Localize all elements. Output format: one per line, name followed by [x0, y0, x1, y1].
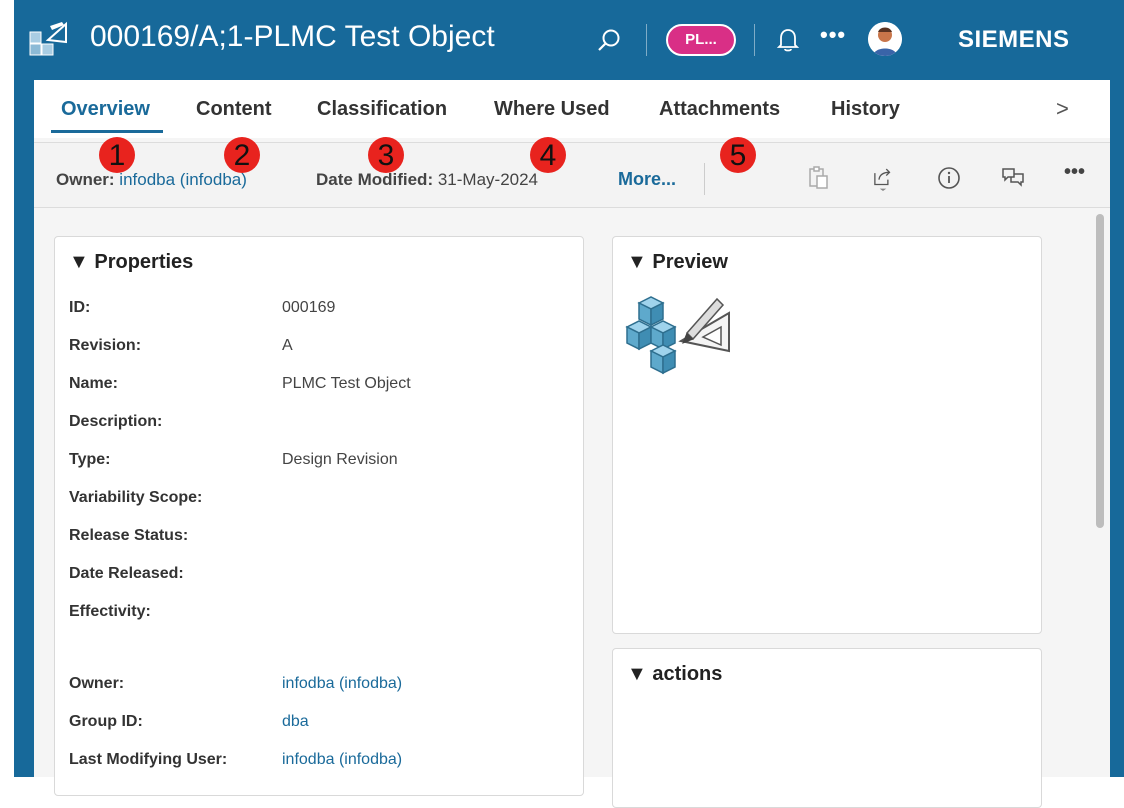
tab-history[interactable]: History — [831, 98, 900, 121]
group-id-link[interactable]: dba — [282, 713, 309, 731]
avatar[interactable] — [868, 22, 902, 56]
last-modifying-user-link[interactable]: infodba (infodba) — [282, 751, 402, 769]
prop-label-release-status: Release Status: — [69, 527, 189, 544]
preview-card: ▼ Preview — [612, 236, 1042, 634]
preview-title[interactable]: ▼ Preview — [627, 251, 728, 274]
callout-badge: 3 — [368, 137, 404, 173]
owner-link[interactable]: infodba (infodba) — [119, 170, 247, 189]
prop-label-type: Type: — [69, 451, 111, 468]
page-title: 000169/A;1-PLMC Test Object — [90, 20, 495, 53]
search-icon[interactable] — [596, 27, 622, 53]
chevron-right-icon[interactable]: > — [1056, 96, 1069, 122]
date-modified-info: Date Modified: 31-May-2024 — [316, 170, 538, 190]
comments-icon[interactable] — [1000, 165, 1026, 191]
toolbar-divider — [704, 163, 705, 195]
prop-label-effectivity: Effectivity: — [69, 603, 151, 620]
overflow-icon[interactable]: ••• — [1064, 161, 1085, 184]
prop-label-group-id: Group ID: — [69, 713, 143, 730]
owner-link[interactable]: infodba (infodba) — [282, 675, 402, 693]
active-tab-indicator — [51, 130, 163, 133]
callout-badge: 5 — [720, 137, 756, 173]
tab-attachments[interactable]: Attachments — [659, 98, 780, 121]
owner-label: Owner: — [56, 170, 115, 189]
prop-label-id: ID: — [69, 299, 91, 316]
date-modified-label: Date Modified: — [316, 170, 434, 189]
callout-badge: 1 — [99, 137, 135, 173]
prop-value-id: 000169 — [282, 299, 336, 316]
prop-value-revision: A — [282, 337, 293, 354]
owner-info: Owner: infodba (infodba) — [56, 170, 247, 190]
properties-title[interactable]: ▼ Properties — [69, 251, 193, 274]
bell-icon[interactable] — [776, 26, 800, 54]
brand-logo: SIEMENS — [958, 26, 1070, 53]
prop-label-owner: Owner: — [69, 675, 125, 692]
prop-label-description: Description: — [69, 413, 163, 430]
share-icon[interactable] — [870, 165, 896, 191]
toolbar-divider — [754, 24, 755, 56]
prop-value-type: Design Revision — [282, 451, 398, 468]
tab-content[interactable]: Content — [196, 98, 272, 121]
overview-content: ▼ Properties ID: 000169 Revision: A Name… — [34, 210, 1110, 808]
scrollbar-thumb[interactable] — [1096, 214, 1104, 528]
paste-icon[interactable] — [806, 165, 832, 191]
prop-label-name: Name: — [69, 375, 118, 392]
prop-label-revision: Revision: — [69, 337, 142, 354]
callout-badge: 4 — [530, 137, 566, 173]
design-revision-thumbnail-icon — [625, 296, 730, 375]
user-avatar-icon — [868, 22, 902, 56]
prop-label-variability-scope: Variability Scope: — [69, 489, 203, 506]
properties-card: ▼ Properties ID: 000169 Revision: A Name… — [54, 236, 584, 796]
item-revision-icon — [29, 21, 67, 56]
date-modified-value: 31-May-2024 — [437, 170, 539, 189]
title-bar: 000169/A;1-PLMC Test Object PL... ••• SI… — [14, 0, 1124, 80]
prop-label-last-modifying-user: Last Modifying User: — [69, 751, 228, 768]
callout-badge: 2 — [224, 137, 260, 173]
prop-value-name: PLMC Test Object — [282, 375, 411, 392]
prop-label-date-released: Date Released: — [69, 565, 184, 582]
info-icon[interactable] — [936, 165, 962, 191]
tab-classification[interactable]: Classification — [317, 98, 447, 121]
info-bar: Owner: infodba (infodba) Date Modified: … — [34, 137, 1110, 208]
toolbar-divider — [646, 24, 647, 56]
tab-bar: Overview Content Classification Where Us… — [34, 80, 1110, 138]
tab-overview[interactable]: Overview — [61, 98, 150, 121]
actions-card: ▼ actions — [612, 648, 1042, 808]
context-pill[interactable]: PL... — [666, 24, 736, 56]
tab-where-used[interactable]: Where Used — [494, 98, 610, 121]
actions-title[interactable]: ▼ actions — [627, 663, 722, 686]
more-link[interactable]: More... — [618, 169, 676, 190]
main-panel: Overview Content Classification Where Us… — [34, 80, 1110, 808]
app-window: 000169/A;1-PLMC Test Object PL... ••• SI… — [14, 0, 1124, 808]
scrollbar[interactable] — [1092, 210, 1110, 777]
more-icon[interactable]: ••• — [820, 22, 846, 48]
